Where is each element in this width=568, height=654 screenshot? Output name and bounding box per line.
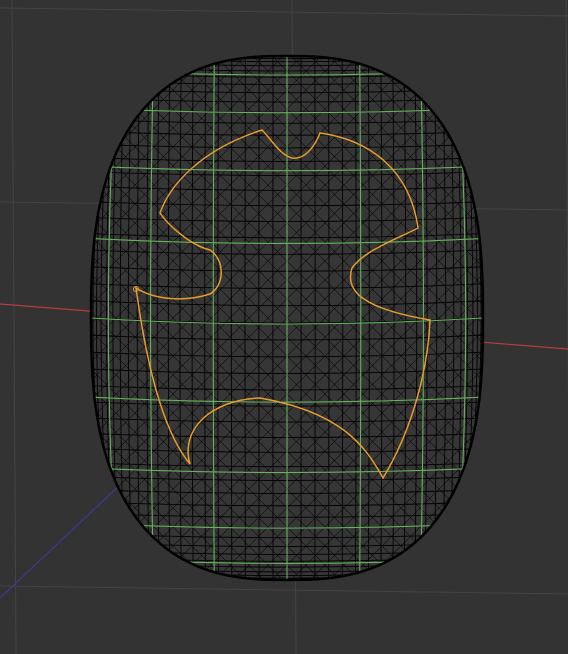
wire-diagonal (0, 18, 36, 618)
wire-diagonal (538, 18, 568, 618)
wire-diagonal (480, 56, 483, 580)
wire-diagonal (0, 18, 55, 618)
wire-diagonal (519, 18, 568, 618)
wire-diagonal (0, 18, 17, 618)
wire-diagonal (500, 18, 568, 618)
wire-diagonal (519, 18, 568, 618)
wire-diagonal (0, 18, 17, 618)
wire-diagonal (480, 56, 483, 580)
3d-viewport[interactable] (0, 0, 568, 654)
wire-diagonal (0, 18, 36, 618)
grid-line (0, 7, 568, 17)
grid-line (11, 0, 17, 654)
wire-diagonal (500, 18, 568, 618)
capsule-mesh[interactable] (0, 18, 568, 618)
wire-diagonal (538, 18, 568, 618)
wire-diagonal (0, 18, 55, 618)
wire-diagonal (0, 18, 74, 618)
wire-diagonal (0, 18, 74, 618)
viewport-canvas[interactable] (0, 0, 568, 654)
grid-line (0, 585, 568, 595)
